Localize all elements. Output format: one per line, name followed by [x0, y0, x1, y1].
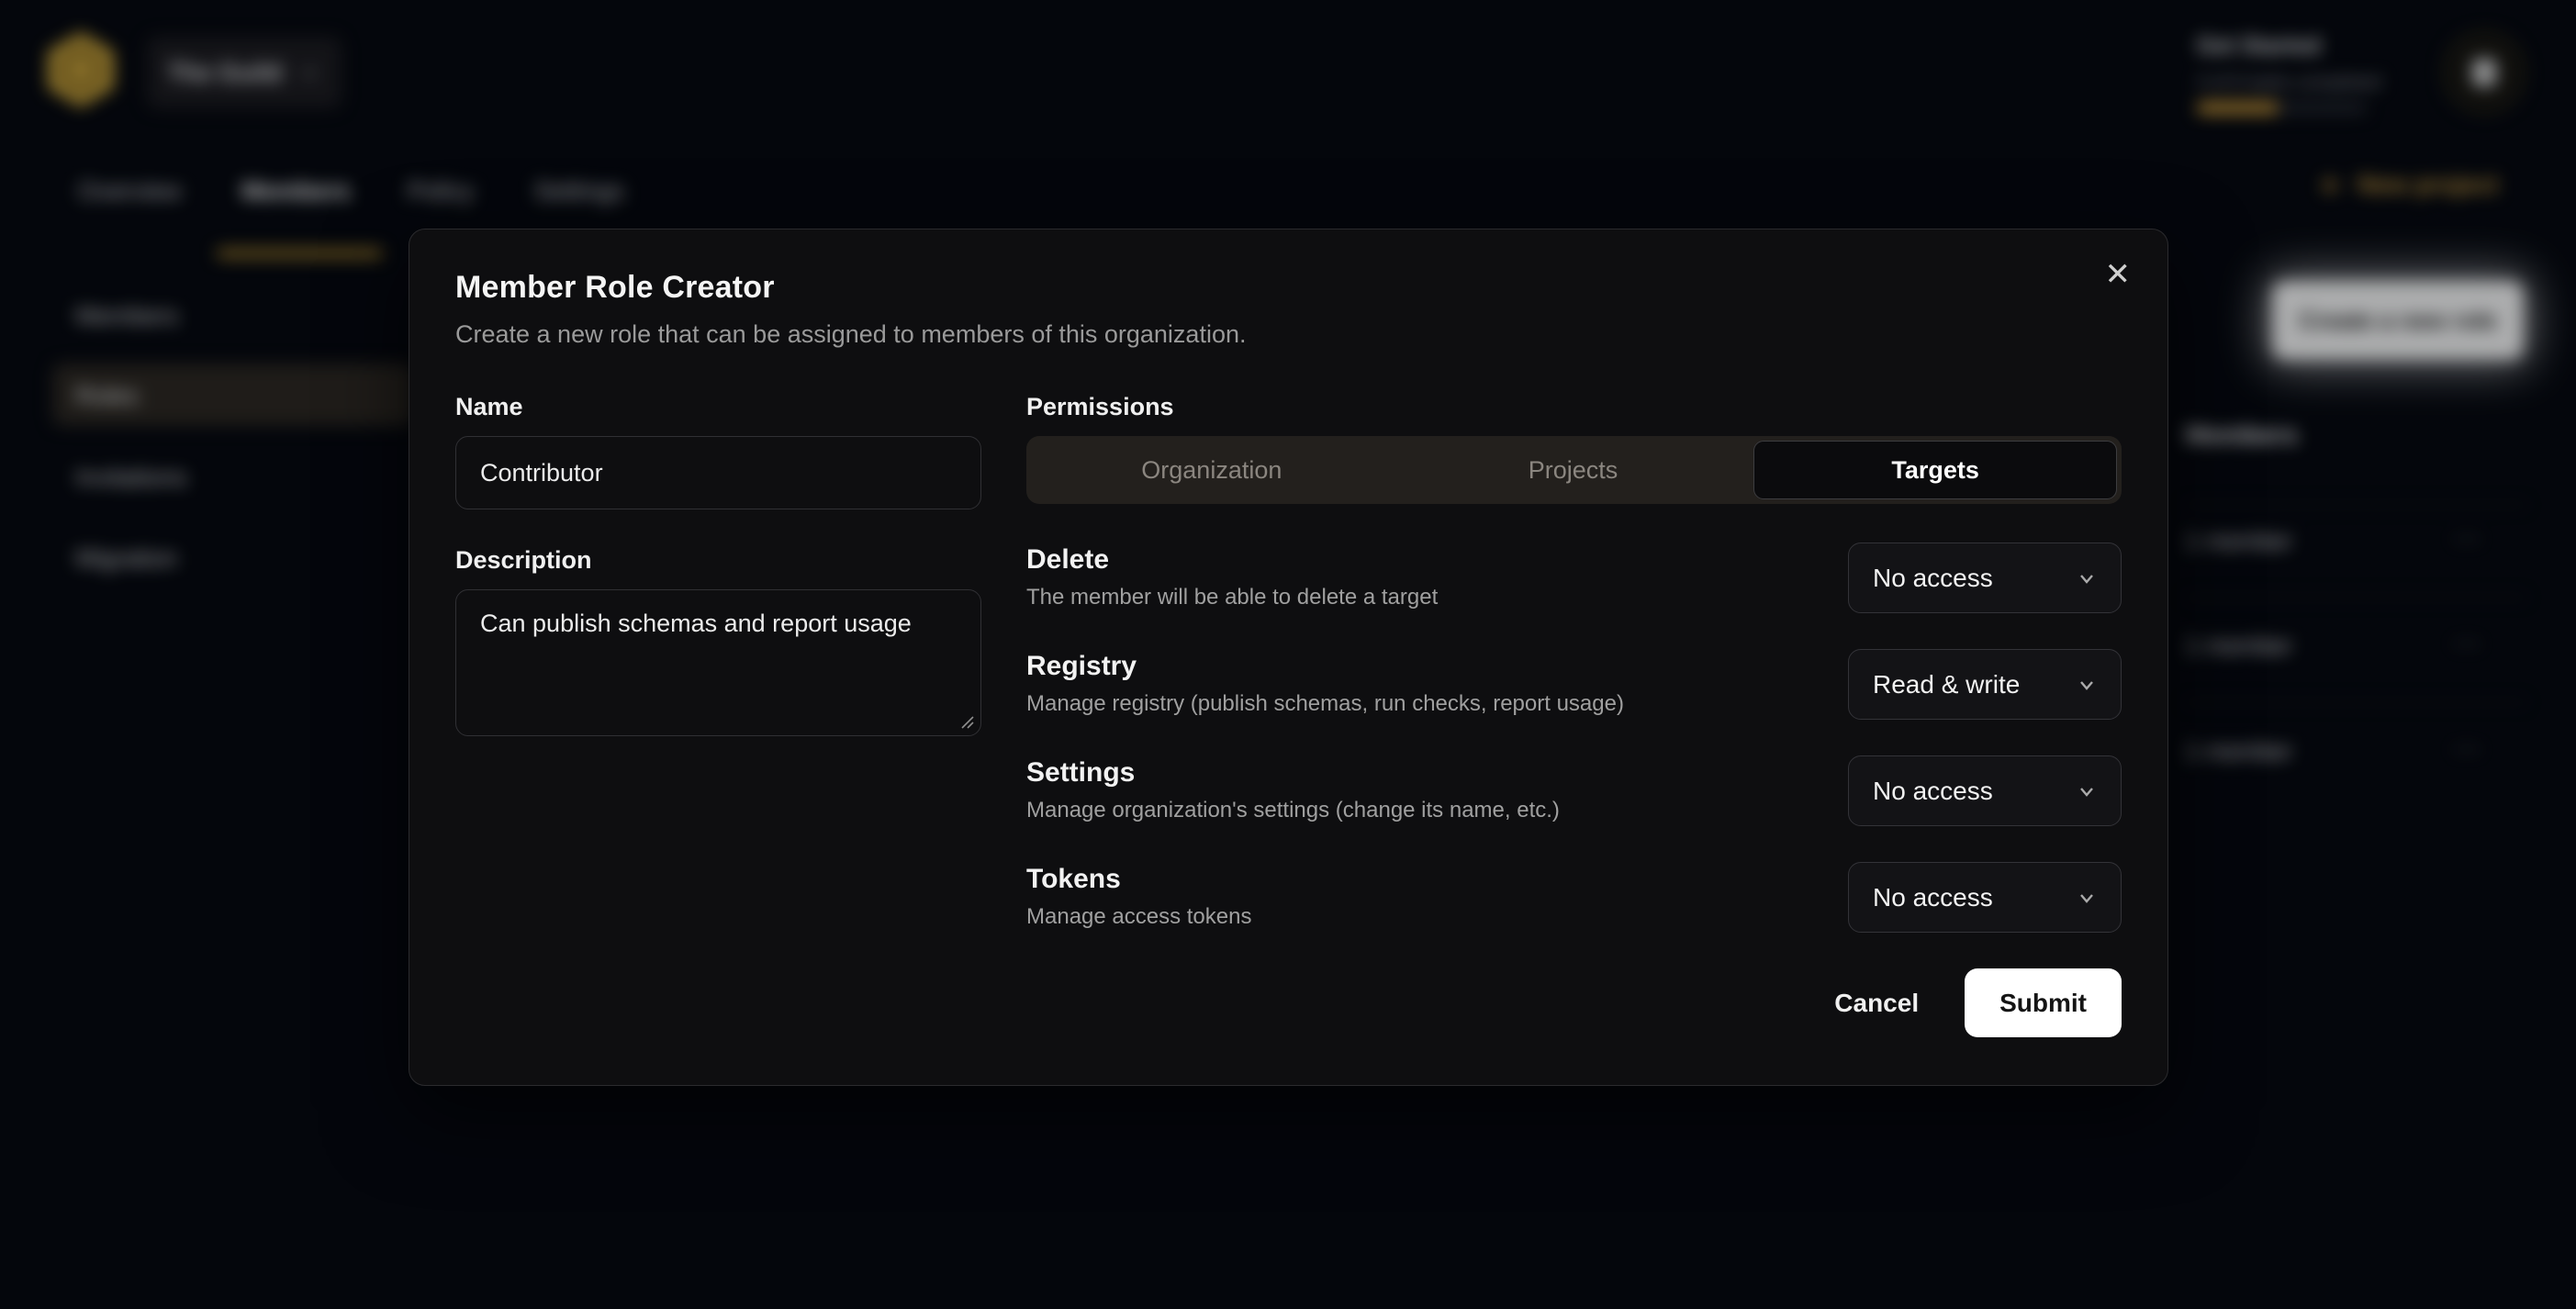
permission-description: Manage registry (publish schemas, run ch…	[1026, 691, 1624, 717]
dialog-subtitle: Create a new role that can be assigned t…	[455, 320, 2122, 349]
tab-projects[interactable]: Projects	[1393, 441, 1754, 499]
chevron-down-icon	[2075, 779, 2099, 803]
permissions-tabstrip: Organization Projects Targets	[1026, 436, 2122, 504]
chevron-down-icon	[2075, 566, 2099, 590]
tab-targets[interactable]: Targets	[1753, 441, 2117, 499]
permissions-label: Permissions	[1026, 393, 2122, 421]
permission-title: Settings	[1026, 757, 1560, 789]
delete-access-select[interactable]: No access	[1848, 543, 2122, 613]
permission-description: Manage organization's settings (change i…	[1026, 798, 1560, 823]
name-label: Name	[455, 393, 981, 421]
role-form: Name Description Can publish schemas and…	[455, 393, 2122, 1037]
permission-description: Manage access tokens	[1026, 904, 1251, 930]
select-value: No access	[1873, 564, 1993, 593]
chevron-down-icon	[2075, 673, 2099, 697]
permission-rows: Delete The member will be able to delete…	[1026, 543, 2122, 933]
permission-row-registry: Registry Manage registry (publish schema…	[1026, 649, 2122, 720]
description-textarea[interactable]: Can publish schemas and report usage	[455, 589, 981, 736]
settings-access-select[interactable]: No access	[1848, 755, 2122, 826]
submit-button[interactable]: Submit	[1965, 968, 2122, 1037]
close-icon[interactable]: ✕	[2105, 259, 2132, 290]
resize-handle-icon[interactable]	[958, 713, 975, 730]
name-input[interactable]	[455, 436, 981, 509]
member-role-creator-dialog: ✕ Member Role Creator Create a new role …	[409, 229, 2168, 1086]
permission-description: The member will be able to delete a targ…	[1026, 585, 1438, 610]
dialog-title: Member Role Creator	[455, 270, 2122, 306]
description-label: Description	[455, 546, 981, 575]
select-value: No access	[1873, 883, 1993, 912]
select-value: No access	[1873, 777, 1993, 806]
form-left-column: Name Description Can publish schemas and…	[455, 393, 981, 1037]
permission-row-delete: Delete The member will be able to delete…	[1026, 543, 2122, 613]
select-value: Read & write	[1873, 670, 2020, 699]
form-right-column: Permissions Organization Projects Target…	[1026, 393, 2122, 1037]
permission-title: Registry	[1026, 651, 1624, 682]
app-window: The Guild Overview Members Policy Settin…	[0, 0, 2576, 1309]
tokens-access-select[interactable]: No access	[1848, 862, 2122, 933]
permission-title: Delete	[1026, 544, 1438, 576]
chevron-down-icon	[2075, 886, 2099, 910]
permission-row-settings: Settings Manage organization's settings …	[1026, 755, 2122, 826]
dialog-footer: Cancel Submit	[1026, 968, 2122, 1037]
permission-title: Tokens	[1026, 864, 1251, 895]
registry-access-select[interactable]: Read & write	[1848, 649, 2122, 720]
tab-organization[interactable]: Organization	[1031, 441, 1393, 499]
permission-row-tokens: Tokens Manage access tokens No access	[1026, 862, 2122, 933]
cancel-button[interactable]: Cancel	[1834, 989, 1919, 1018]
